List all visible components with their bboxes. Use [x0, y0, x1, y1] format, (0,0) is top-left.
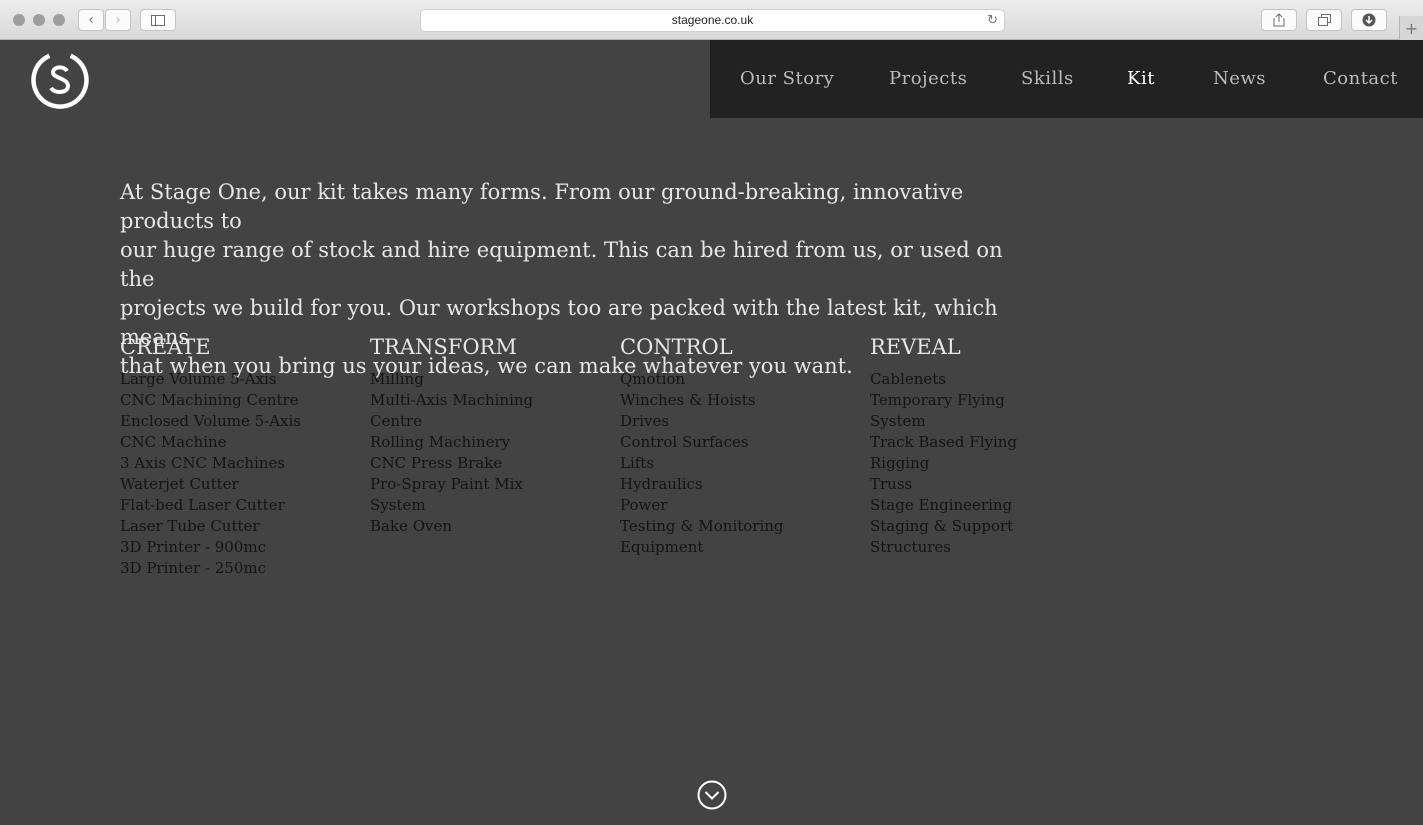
list-item: Lifts: [620, 454, 655, 472]
kit-column-transform: TRANSFORM Milling Multi-Axis Machining C…: [370, 335, 610, 537]
back-button[interactable]: ‹: [78, 9, 104, 31]
close-window-dot[interactable]: [13, 14, 25, 26]
list-item: Temporary Flying: [870, 391, 1005, 409]
url-text: stageone.co.uk: [671, 13, 754, 27]
stage-one-logo-icon[interactable]: [29, 49, 91, 111]
nav-kit[interactable]: Kit: [1127, 68, 1155, 89]
list-item: Pro-Spray Paint Mix: [370, 475, 523, 493]
list-item: Structures: [870, 538, 951, 556]
list-item: Centre: [370, 412, 423, 430]
kit-list: Cablenets Temporary Flying System Track …: [870, 369, 1110, 558]
nav-skills[interactable]: Skills: [1021, 68, 1074, 89]
list-item: Cablenets: [870, 370, 946, 388]
list-item: CNC Press Brake: [370, 454, 503, 472]
zoom-window-dot[interactable]: [53, 14, 65, 26]
browser-toolbar: ‹ › stageone.co.uk ↻ +: [0, 0, 1423, 40]
list-item: Laser Tube Cutter: [120, 517, 260, 535]
tabs-overview-button[interactable]: [1306, 9, 1342, 31]
list-item: Waterjet Cutter: [120, 475, 239, 493]
forward-button[interactable]: ›: [105, 9, 131, 31]
share-icon: [1273, 13, 1285, 27]
list-item: Control Surfaces: [620, 433, 749, 451]
list-item: Drives: [620, 412, 670, 430]
kit-column-reveal: REVEAL Cablenets Temporary Flying System…: [870, 335, 1110, 558]
list-item: Bake Oven: [370, 517, 453, 535]
list-item: Qmotion: [620, 370, 686, 388]
column-heading: CREATE: [120, 335, 211, 359]
minimize-window-dot[interactable]: [33, 14, 45, 26]
kit-list: Large Volume 5-Axis CNC Machining Centre…: [120, 369, 360, 579]
sidebar-button[interactable]: [140, 9, 176, 31]
intro-line: At Stage One, our kit takes many forms. …: [120, 180, 964, 233]
list-item: 3D Printer - 250mc: [120, 559, 266, 577]
nav-projects[interactable]: Projects: [889, 68, 967, 89]
list-item: Rigging: [870, 454, 930, 472]
list-item: Multi-Axis Machining: [370, 391, 534, 409]
downloads-button[interactable]: [1351, 9, 1387, 31]
list-item: Equipment: [620, 538, 704, 556]
tabs-icon: [1317, 14, 1331, 26]
column-heading: REVEAL: [870, 335, 961, 359]
list-item: Flat-bed Laser Cutter: [120, 496, 285, 514]
list-item: CNC Machining Centre: [120, 391, 299, 409]
column-heading: TRANSFORM: [370, 335, 517, 359]
list-item: Milling: [370, 370, 424, 388]
list-item: Testing & Monitoring: [620, 517, 784, 535]
reload-icon[interactable]: ↻: [987, 10, 998, 31]
list-item: Enclosed Volume 5-Axis: [120, 412, 301, 430]
list-item: Large Volume 5-Axis: [120, 370, 277, 388]
share-button[interactable]: [1261, 9, 1297, 31]
list-item: Staging & Support: [870, 517, 1014, 535]
nav-news[interactable]: News: [1213, 68, 1266, 89]
kit-list: Qmotion Winches & Hoists Drives Control …: [620, 369, 860, 558]
column-heading: CONTROL: [620, 335, 733, 359]
plus-icon: +: [1404, 18, 1419, 38]
kit-column-control: CONTROL Qmotion Winches & Hoists Drives …: [620, 335, 860, 558]
nav-our-story[interactable]: Our Story: [740, 68, 834, 89]
chevron-down-circle-icon[interactable]: [697, 780, 727, 810]
list-item: System: [370, 496, 426, 514]
new-tab-button[interactable]: +: [1399, 16, 1423, 40]
list-item: Stage Engineering: [870, 496, 1013, 514]
list-item: 3D Printer - 900mc: [120, 538, 266, 556]
download-icon: [1362, 13, 1376, 27]
chevron-left-icon: ‹: [88, 12, 94, 28]
list-item: Power: [620, 496, 668, 514]
kit-column-create: CREATE Large Volume 5-Axis CNC Machining…: [120, 335, 360, 579]
main-nav: Our Story Projects Skills Kit News Conta…: [710, 40, 1423, 118]
list-item: Winches & Hoists: [620, 391, 756, 409]
list-item: Rolling Machinery: [370, 433, 511, 451]
list-item: System: [870, 412, 926, 430]
sidebar-icon: [151, 14, 165, 26]
address-bar[interactable]: stageone.co.uk ↻: [420, 9, 1005, 32]
nav-contact[interactable]: Contact: [1323, 68, 1398, 89]
list-item: 3 Axis CNC Machines: [120, 454, 286, 472]
intro-line: our huge range of stock and hire equipme…: [120, 238, 1003, 291]
list-item: Hydraulics: [620, 475, 703, 493]
kit-list: Milling Multi-Axis Machining Centre Roll…: [370, 369, 610, 537]
list-item: Truss: [870, 475, 913, 493]
list-item: Track Based Flying: [870, 433, 1018, 451]
chevron-right-icon: ›: [115, 12, 121, 28]
list-item: CNC Machine: [120, 433, 227, 451]
